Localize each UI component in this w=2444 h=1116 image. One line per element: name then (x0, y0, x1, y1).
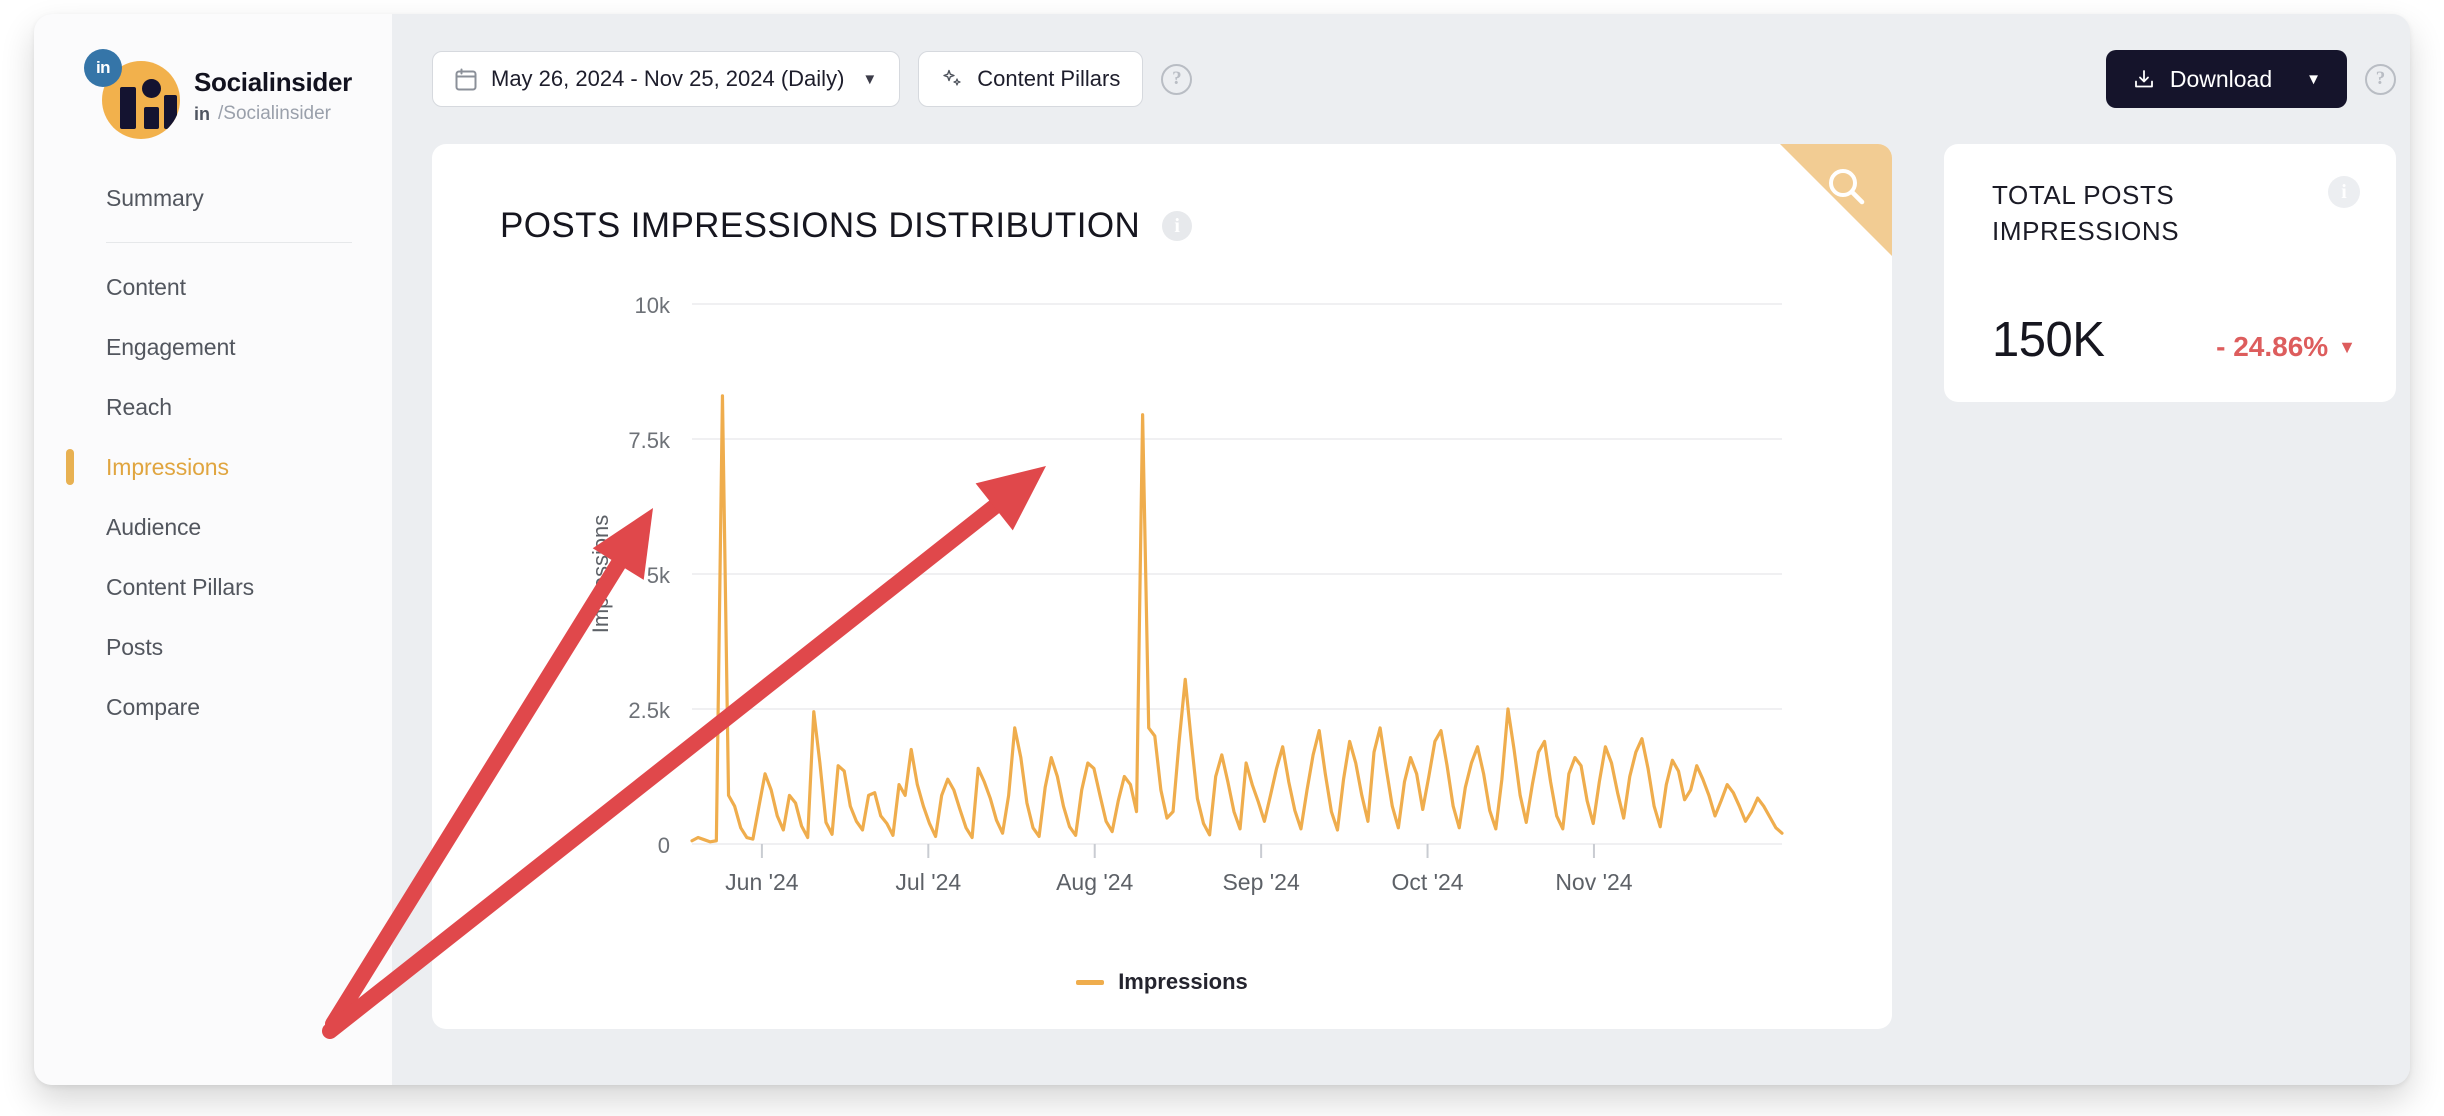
info-icon-stat[interactable]: i (2328, 176, 2360, 208)
svg-text:Aug '24: Aug '24 (1056, 869, 1133, 895)
download-label: Download (2169, 65, 2273, 92)
calendar-icon (455, 68, 477, 91)
chart-legend: Impressions (432, 969, 1892, 995)
sidebar-item-compare[interactable]: Compare (34, 677, 392, 737)
sidebar-item-audience[interactable]: Audience (34, 497, 392, 557)
sidebar: in Socialinsider in /Socialinsider Summa… (34, 14, 392, 1085)
sidebar-item-label: Content (106, 273, 186, 300)
profile-handle-row: in /Socialinsider (194, 103, 352, 125)
sidebar-nav: Summary Content Engagement Reach Impress… (34, 168, 392, 737)
profile-header[interactable]: in Socialinsider in /Socialinsider (34, 48, 392, 144)
sidebar-item-summary[interactable]: Summary (34, 168, 392, 228)
sidebar-item-label: Posts (106, 633, 164, 660)
sidebar-item-label: Compare (106, 693, 200, 720)
chart-header: POSTS IMPRESSIONS DISTRIBUTION i (432, 144, 1892, 246)
total-posts-impressions-card: TOTAL POSTS IMPRESSIONS i 150K - 24.86% … (1944, 144, 2396, 402)
sidebar-divider (106, 242, 352, 243)
sidebar-item-impressions[interactable]: Impressions (34, 437, 392, 497)
sidebar-item-label: Content Pillars (106, 573, 255, 600)
content-row: POSTS IMPRESSIONS DISTRIBUTION i 0 2.5k 5k… (392, 144, 2410, 1029)
date-range-label: May 26, 2024 - Nov 25, 2024 (Daily) (491, 66, 845, 91)
app-window: in Socialinsider in /Socialinsider Summa… (34, 14, 2410, 1085)
svg-text:Jul '24: Jul '24 (895, 869, 961, 895)
trend-down-icon: ▼ (2338, 336, 2356, 357)
stat-delta-value: - 24.86% (2216, 331, 2329, 362)
download-icon (2132, 67, 2156, 91)
svg-text:2.5k: 2.5k (628, 698, 671, 723)
linkedin-text-icon: in (194, 103, 210, 124)
info-icon-chart[interactable]: i (1162, 211, 1193, 241)
chevron-down-icon-download: ▼ (2306, 70, 2321, 88)
chart-title: POSTS IMPRESSIONS DISTRIBUTION (500, 206, 1141, 245)
toolbar: May 26, 2024 - Nov 25, 2024 (Daily) ▼ Co… (392, 14, 2410, 144)
linkedin-badge-icon: in (84, 49, 122, 87)
sidebar-item-label: Summary (106, 184, 204, 211)
sidebar-item-label: Audience (106, 513, 202, 540)
sidebar-item-content[interactable]: Content (34, 257, 392, 317)
date-range-picker[interactable]: May 26, 2024 - Nov 25, 2024 (Daily) ▼ (432, 51, 901, 107)
main-content: May 26, 2024 - Nov 25, 2024 (Daily) ▼ Co… (392, 14, 2410, 1085)
svg-text:7.5k: 7.5k (628, 428, 671, 453)
sidebar-item-label: Reach (106, 393, 172, 420)
help-icon-download[interactable]: ? (2365, 63, 2396, 95)
search-icon[interactable] (1824, 164, 1870, 210)
content-pillars-label: Content Pillars (977, 66, 1121, 91)
help-icon-toolbar[interactable]: ? (1161, 63, 1193, 95)
svg-text:Sep '24: Sep '24 (1222, 869, 1299, 895)
svg-text:Nov '24: Nov '24 (1555, 869, 1632, 895)
stat-card-values: 150K - 24.86% ▼ (1992, 312, 2356, 368)
sparkle-icon (941, 68, 963, 90)
legend-label: Impressions (1118, 969, 1248, 994)
sidebar-item-engagement[interactable]: Engagement (34, 317, 392, 377)
screenshot-root: in Socialinsider in /Socialinsider Summa… (0, 0, 2444, 1116)
svg-text:5k: 5k (647, 563, 671, 588)
sidebar-item-label: Engagement (106, 333, 236, 360)
chart-card: POSTS IMPRESSIONS DISTRIBUTION i 0 2.5k 5k… (432, 144, 1892, 1029)
sidebar-item-reach[interactable]: Reach (34, 377, 392, 437)
chevron-down-icon: ▼ (862, 70, 878, 88)
profile-handle: /Socialinsider (218, 103, 331, 125)
sidebar-item-posts[interactable]: Posts (34, 617, 392, 677)
stat-value: 150K (1992, 313, 2105, 367)
svg-text:Jun '24: Jun '24 (725, 869, 799, 895)
avatar: in (84, 49, 180, 143)
svg-text:0: 0 (658, 833, 670, 858)
profile-name: Socialinsider (194, 66, 352, 97)
download-button[interactable]: Download ▼ (2105, 50, 2347, 108)
legend-color-swatch (1076, 979, 1105, 985)
sidebar-item-content-pillars[interactable]: Content Pillars (34, 557, 392, 617)
stat-delta: - 24.86% ▼ (2216, 331, 2356, 363)
impressions-line-chart: 0 2.5k 5k 7.5k 10k Impressions Jun '24 Jul '24 A… (588, 293, 1784, 895)
sidebar-item-label: Impressions (106, 453, 229, 480)
svg-text:10k: 10k (635, 293, 671, 318)
svg-text:Oct '24: Oct '24 (1391, 869, 1463, 895)
content-pillars-button[interactable]: Content Pillars (918, 51, 1144, 107)
chart-plot-area: 0 2.5k 5k 7.5k 10k Impressions Jun '24 Jul '24 A… (432, 246, 1892, 946)
svg-text:Impressions: Impressions (588, 515, 613, 634)
stat-card-title: TOTAL POSTS IMPRESSIONS (1992, 180, 2180, 246)
